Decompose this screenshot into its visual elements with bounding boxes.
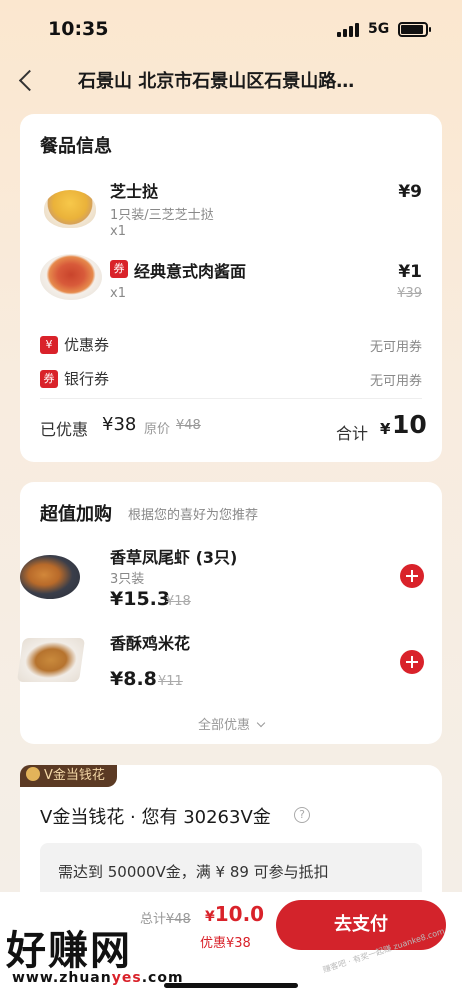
signal-icon <box>337 23 361 37</box>
coupon-label[interactable]: 优惠券 <box>64 334 109 355</box>
addon-item-name: 香草凤尾虾 (3只) <box>110 548 238 567</box>
popcorn-chicken-image <box>16 638 86 682</box>
status-time: 10:35 <box>48 18 109 40</box>
watermark-url-highlight: yes <box>111 970 142 986</box>
final-value: 10.0 <box>214 902 265 926</box>
all-offers-link[interactable]: 全部优惠 <box>20 714 442 733</box>
total-yen: ¥ <box>380 420 391 438</box>
coin-icon <box>26 767 40 781</box>
original-label: 原价 <box>144 422 171 437</box>
coupon-tag: 券 <box>110 260 128 278</box>
divider <box>40 398 422 399</box>
yen-coupon-icon: ¥ <box>40 336 58 354</box>
item-price: ¥9 <box>398 182 422 202</box>
item-qty: x1 <box>110 286 126 301</box>
add-shrimp-button[interactable] <box>400 564 424 588</box>
coupon-value[interactable]: 无可用券 <box>370 336 422 355</box>
addon-card-title: 超值加购 <box>40 504 112 525</box>
back-icon[interactable] <box>16 67 36 93</box>
nav-bar: 石景山 北京市石景山区石景山路… <box>0 58 462 102</box>
watermark: 好赚网 www.zhuanyes.com <box>2 918 202 993</box>
addon-item-price: ¥8.8 <box>110 668 157 690</box>
vgold-note: 需达到 50000V金，满 ¥ 89 可参与抵扣 <box>58 863 329 881</box>
watermark-logo-text: 好赚网 <box>6 928 132 974</box>
addon-item-original-price: ¥18 <box>166 594 191 609</box>
chevron-down-icon <box>256 718 266 728</box>
vgold-title: V金当钱花 · 您有 30263V金 <box>40 807 271 828</box>
original-amount: ¥48 <box>176 418 201 433</box>
final-yen: ¥ <box>205 909 215 925</box>
total-amount: 10 <box>392 410 427 439</box>
final-price: ¥10.0 <box>205 902 264 926</box>
item-spec: 1只装/三芝芝士挞 <box>110 208 214 223</box>
battery-icon <box>398 22 431 37</box>
help-icon[interactable]: ? <box>294 807 310 823</box>
network-type: 5G <box>368 21 390 37</box>
addon-item-name: 香酥鸡米花 <box>110 634 191 653</box>
item-qty: x1 <box>110 224 126 239</box>
store-address[interactable]: 石景山 北京市石景山区石景山路… <box>78 67 398 93</box>
item-name: 芝士挞 <box>110 182 159 201</box>
item-name: 经典意式肉酱面 <box>134 262 247 281</box>
addon-subtitle: 根据您的喜好为您推荐 <box>128 508 259 523</box>
watermark-url-part: www.zhuan <box>12 970 112 986</box>
saved-amount: ¥38 <box>102 414 137 435</box>
all-offers-label: 全部优惠 <box>197 718 250 733</box>
order-card-title: 餐品信息 <box>40 136 112 157</box>
status-bar: 10:35 5G <box>0 0 462 58</box>
bank-coupon-value[interactable]: 无可用券 <box>370 370 422 389</box>
item-price: ¥1 <box>398 262 422 282</box>
bank-coupon-icon: 券 <box>40 370 58 388</box>
addon-item-spec: 3只装 <box>110 572 145 587</box>
pasta-image <box>40 254 102 300</box>
shrimp-image <box>20 555 80 599</box>
watermark-url: www.zhuanyes.com <box>12 970 184 986</box>
total-label: 合计 <box>336 424 369 443</box>
addon-card: 超值加购 根据您的喜好为您推荐 香草凤尾虾 (3只) 3只装 ¥15.3 ¥18… <box>20 482 442 744</box>
add-popcorn-chicken-button[interactable] <box>400 650 424 674</box>
vgold-badge-label: V金当钱花 <box>44 768 105 783</box>
saved-label: 已优惠 <box>40 420 89 439</box>
addon-item-price: ¥15.3 <box>110 588 171 610</box>
order-card: 餐品信息 芝士挞 1只装/三芝芝士挞 x1 ¥9 券 经典意式肉酱面 x1 ¥1… <box>20 114 442 462</box>
discount-text: 优惠¥38 <box>200 936 251 951</box>
cheese-tart-image <box>44 190 96 228</box>
watermark-url-part: .com <box>141 970 184 986</box>
addon-item-original-price: ¥11 <box>158 674 183 689</box>
item-original-price: ¥39 <box>397 286 422 301</box>
bank-coupon-label[interactable]: 银行券 <box>64 368 109 389</box>
vgold-badge: V金当钱花 <box>20 765 117 787</box>
